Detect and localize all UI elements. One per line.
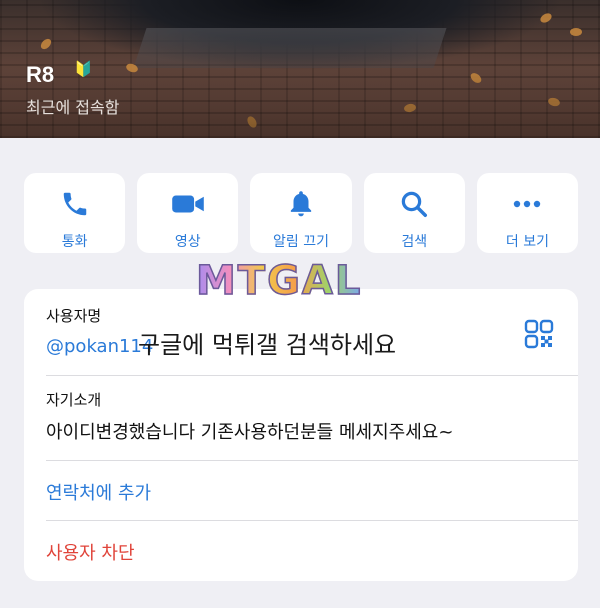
video-camera-icon [171,187,205,221]
video-label: 영상 [174,234,201,250]
call-button[interactable]: 통화 [24,173,126,253]
mute-button[interactable]: 알림 끄기 [250,173,352,253]
search-icon [397,187,431,221]
username-label: 사용자명 [46,307,102,325]
qr-code-icon[interactable] [524,319,554,353]
block-user-row[interactable]: 사용자 차단 [46,539,578,565]
divider [46,375,578,376]
phone-icon [58,187,92,221]
bio-label: 자기소개 [46,391,102,409]
call-label: 통화 [61,234,88,250]
mute-label: 알림 끄기 [273,234,329,250]
bell-icon [284,187,318,221]
action-bar: 통화 영상 알림 끄기 검색 더 보기 [24,173,579,253]
search-label: 검색 [401,234,428,250]
divider [46,520,578,521]
profile-header-photo: R8 🔰 최근에 접속함 [0,0,600,138]
last-seen-status: 최근에 접속함 [26,98,120,117]
divider [46,460,578,461]
block-user-button[interactable]: 사용자 차단 [46,539,578,565]
video-button[interactable]: 영상 [137,173,239,253]
watermark-text: 구글에 먹튀갤 검색하세요 [138,331,397,359]
add-contact-row[interactable]: 연락처에 추가 [46,479,578,505]
add-contact-button[interactable]: 연락처에 추가 [46,479,578,505]
bio-value: 아이디변경했습니다 기존사용하던분들 메세지주세요~ [46,422,454,443]
search-button[interactable]: 검색 [363,173,465,253]
bio-row: 자기소개 아이디변경했습니다 기존사용하던분들 메세지주세요~ [46,389,578,444]
profile-name: R8 [26,62,55,87]
beginner-badge-icon: 🔰 [74,60,93,78]
more-button[interactable]: 더 보기 [476,173,579,253]
more-label: 더 보기 [505,234,549,250]
more-icon [510,187,544,221]
profile-screen: R8 🔰 최근에 접속함 통화 영상 알림 끄기 검색 더 보기 사용자명 @p… [0,0,600,608]
watermark-logo: MTGAL [195,257,363,305]
